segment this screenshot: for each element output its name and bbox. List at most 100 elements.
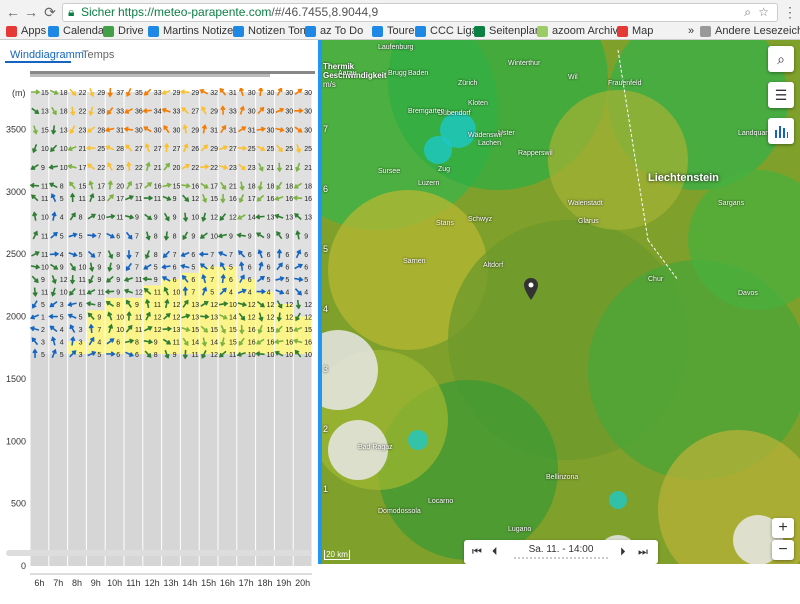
next-step-icon[interactable]: ⏵ xyxy=(620,546,626,559)
legend-tick: 6 xyxy=(323,184,329,194)
place-label: Bad Ragaz xyxy=(358,444,393,451)
wind-speed-label: 16 xyxy=(267,196,275,203)
x-tick-label: 6h xyxy=(34,578,44,588)
wind-speed-label: 30 xyxy=(135,127,143,134)
wind-speed-label: 4 xyxy=(229,290,233,297)
wind-speed-label: 6 xyxy=(116,352,120,359)
wind-speed-label: 9 xyxy=(173,196,177,203)
bookmark-azoom-archiv[interactable]: azoom Archiv xyxy=(537,23,618,39)
x-tick-label: 16h xyxy=(220,578,235,588)
place-label: Wil xyxy=(568,74,578,81)
wind-speed-label: 8 xyxy=(79,215,83,222)
zoom-in-button[interactable]: + xyxy=(772,518,794,538)
wind-speed-label: 37 xyxy=(116,90,124,97)
wind-speed-label: 6 xyxy=(229,277,233,284)
bookmark-drive[interactable]: Drive xyxy=(103,23,144,39)
time-track[interactable] xyxy=(514,556,608,560)
wind-speed-label: 2 xyxy=(41,327,45,334)
place-label: Stans xyxy=(436,220,454,227)
bookmark-calendar[interactable]: Calendar xyxy=(48,23,108,39)
menu-icon[interactable]: ⋮ xyxy=(782,4,798,20)
chart-button[interactable] xyxy=(768,118,794,144)
wind-speed-label: 18 xyxy=(60,90,68,97)
bookmark-notizen-toni[interactable]: Notizen Toni xyxy=(233,23,308,39)
browser-chrome: ← → ⟳ 🔒︎ Sicher https://meteo-parapente.… xyxy=(0,0,800,40)
wind-speed-label: 30 xyxy=(154,127,162,134)
wind-speed-label: 9 xyxy=(116,290,120,297)
wind-speed-label: 18 xyxy=(304,184,312,191)
wind-speed-label: 15 xyxy=(304,327,312,334)
bookmark-apps[interactable]: Apps xyxy=(6,23,46,39)
url-path: /#/46.7455,8.9044,9 xyxy=(271,5,379,19)
bookmarks-overflow[interactable]: » xyxy=(688,23,694,39)
day-selector-bars[interactable] xyxy=(30,71,315,77)
back-icon[interactable]: ← xyxy=(5,4,21,20)
time-slider[interactable]: ⏮ ⏴ Sa. 11. - 14:00 ⏵ ⏭ xyxy=(464,540,658,564)
wind-speed-label: 12 xyxy=(229,215,237,222)
wind-speed-label: 16 xyxy=(285,196,293,203)
bookmark-map[interactable]: Map xyxy=(617,23,653,39)
wind-speed-label: 10 xyxy=(229,302,237,309)
strong-thermal-area xyxy=(424,136,452,164)
search-icon[interactable]: ⌕ xyxy=(744,4,751,21)
bookmark-icon xyxy=(103,25,114,37)
tab-winddiagramm[interactable]: Winddiagramm xyxy=(10,49,84,61)
wind-speed-label: 10 xyxy=(210,233,218,240)
wind-speed-label: 13 xyxy=(41,109,49,116)
wind-speed-label: 11 xyxy=(116,215,123,222)
wind-speed-label: 9 xyxy=(173,352,177,359)
wind-speed-label: 31 xyxy=(229,90,237,97)
wind-speed-label: 13 xyxy=(97,196,105,203)
wind-speed-label: 9 xyxy=(191,233,195,240)
map-panel[interactable]: Thermik Geschwindigkeit m/s 7654321 Lauf… xyxy=(318,40,800,564)
bookmark-andere-lesezeichen[interactable]: Andere Lesezeichen xyxy=(700,23,800,39)
horizontal-scrollbar[interactable] xyxy=(6,550,312,556)
time-label: Sa. 11. - 14:00 xyxy=(528,544,594,555)
bookmark-touren[interactable]: Touren xyxy=(372,23,421,39)
bookmark-label: Martins Notizen xyxy=(163,25,240,37)
wind-speed-label: 11 xyxy=(41,290,48,297)
wind-speed-label: 11 xyxy=(41,233,48,240)
settings-button[interactable]: ☰ xyxy=(768,82,794,108)
wind-speed-label: 6 xyxy=(135,352,139,359)
wind-speed-label: 3 xyxy=(79,327,83,334)
url-text[interactable]: https://meteo-parapente.com/#/46.7455,8.… xyxy=(118,4,378,21)
wind-speed-label: 12 xyxy=(210,302,218,309)
wind-speed-label: 6 xyxy=(248,252,252,259)
lock-icon: 🔒︎ xyxy=(68,5,75,19)
legend-unit: m/s xyxy=(323,80,336,89)
wind-speed-label: 7 xyxy=(135,233,139,240)
wind-speed-label: 6 xyxy=(191,252,195,259)
sliders-icon: ☰ xyxy=(774,86,788,103)
reload-icon[interactable]: ⟳ xyxy=(42,4,58,20)
wind-speed-label: 13 xyxy=(191,302,199,309)
zoom-out-button[interactable]: − xyxy=(772,540,794,560)
wind-speed-label: 15 xyxy=(210,196,218,203)
wind-speed-label: 6 xyxy=(267,252,271,259)
wind-speed-label: 11 xyxy=(191,352,198,359)
wind-speed-label: 36 xyxy=(135,109,143,116)
place-label: Glarus xyxy=(578,218,599,225)
place-label: Altdorf xyxy=(483,262,504,269)
address-bar[interactable]: 🔒︎ Sicher https://meteo-parapente.com/#/… xyxy=(62,3,778,22)
tab-temps[interactable]: Temps xyxy=(82,49,114,61)
thermal-map[interactable] xyxy=(318,40,800,564)
search-button[interactable]: ⌕ xyxy=(768,46,794,72)
bookmark-seitenplan[interactable]: Seitenplan xyxy=(474,23,541,39)
last-step-icon[interactable]: ⏭ xyxy=(638,546,648,559)
wind-speed-label: 8 xyxy=(173,233,177,240)
wind-speed-label: 5 xyxy=(79,233,83,240)
bookmark-martins-notizen[interactable]: Martins Notizen xyxy=(148,23,239,39)
bookmark-ccc-liga[interactable]: CCC Liga xyxy=(415,23,478,39)
wind-speed-label: 17 xyxy=(79,165,87,172)
wind-speed-label: 34 xyxy=(154,109,162,116)
forward-icon[interactable]: → xyxy=(23,4,39,20)
map-pin-icon[interactable] xyxy=(524,278,538,300)
legend-tick: 3 xyxy=(323,364,329,374)
wind-speed-label: 7 xyxy=(97,233,101,240)
wind-speed-label: 25 xyxy=(267,146,275,153)
wind-speed-label: 5 xyxy=(60,315,64,322)
y-tick-label: 2000 xyxy=(6,312,26,322)
bookmark-az-to-do[interactable]: az To Do xyxy=(305,23,363,39)
star-icon[interactable]: ☆ xyxy=(758,4,769,21)
